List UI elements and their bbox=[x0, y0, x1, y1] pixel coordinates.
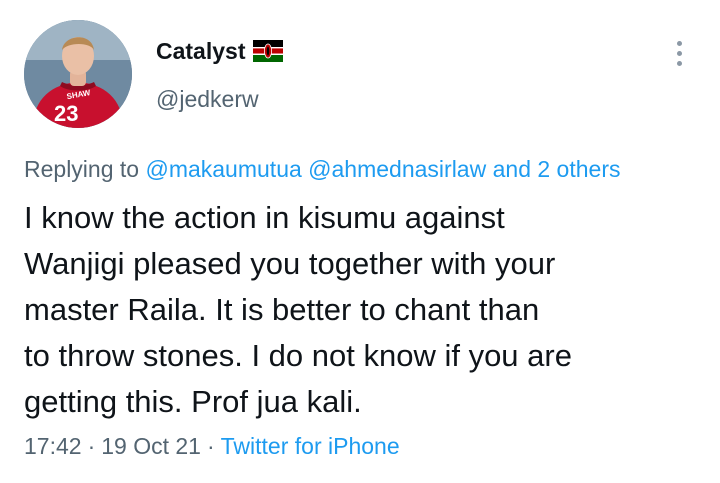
meta-separator: · bbox=[87, 433, 96, 459]
tweet-text-line: to throw stones. I do not know if you ar… bbox=[24, 338, 572, 373]
mention-link[interactable]: @ahmednasirlaw bbox=[308, 156, 486, 182]
tweet-source-link[interactable]: Twitter for iPhone bbox=[221, 433, 400, 459]
avatar-jersey-number: 23 bbox=[54, 101, 78, 126]
author-handle[interactable]: @jedkerw bbox=[156, 84, 259, 114]
tweet-text-line: master Raila. It is better to chant than bbox=[24, 292, 540, 327]
mention-and-label[interactable]: and bbox=[493, 156, 531, 182]
tweet-text-line: Wanjigi pleased you together with your bbox=[24, 246, 556, 281]
tweet-time[interactable]: 17:42 bbox=[24, 433, 82, 459]
author-name-row: Catalyst bbox=[156, 36, 284, 66]
tweet-text-line: I know the action in kisumu against bbox=[24, 200, 505, 235]
kenya-flag-icon bbox=[253, 40, 284, 62]
more-options-icon[interactable] bbox=[664, 36, 694, 70]
author-display-name[interactable]: Catalyst bbox=[156, 36, 245, 66]
tweet-text-line: getting this. Prof jua kali. bbox=[24, 384, 362, 419]
tweet-text: I know the action in kisumu against Wanj… bbox=[24, 195, 704, 425]
mention-others-link[interactable]: 2 others bbox=[537, 156, 620, 182]
avatar[interactable]: SHAW 23 bbox=[24, 20, 132, 128]
tweet-metadata: 17:42 · 19 Oct 21 · Twitter for iPhone bbox=[24, 430, 400, 462]
reply-context: Replying to @makaumutua @ahmednasirlaw a… bbox=[24, 153, 620, 185]
mention-link[interactable]: @makaumutua bbox=[145, 156, 301, 182]
meta-separator: · bbox=[206, 433, 215, 459]
tweet-date[interactable]: 19 Oct 21 bbox=[101, 433, 201, 459]
replying-to-label: Replying to bbox=[24, 156, 140, 182]
avatar-icon: SHAW 23 bbox=[24, 20, 132, 128]
tweet-card: SHAW 23 Catalyst @jedkerw Replying to @m… bbox=[0, 0, 720, 483]
